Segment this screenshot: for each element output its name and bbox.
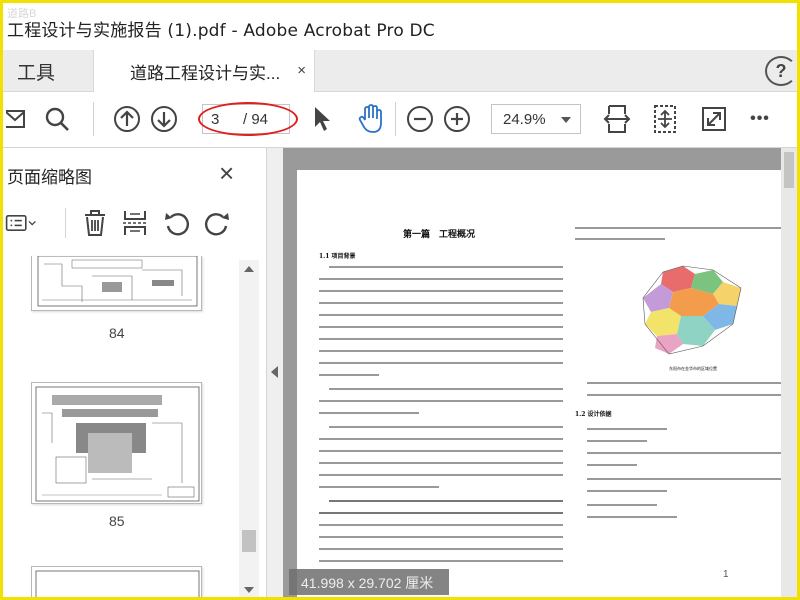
- document-scrollbar[interactable]: [781, 148, 797, 597]
- map-caption: 东阳市在金华市的区域位置: [669, 366, 717, 371]
- thumbnail-label: 85: [109, 513, 125, 529]
- section-heading-1-1: 1.1 项目背景: [319, 253, 356, 260]
- scroll-down-icon[interactable]: [244, 587, 254, 593]
- tab-tools[interactable]: 工具: [3, 50, 91, 92]
- close-panel-icon[interactable]: ×: [219, 158, 234, 189]
- next-page-icon[interactable]: [148, 102, 180, 136]
- scroll-thumb[interactable]: [242, 530, 256, 552]
- window-title: 工程设计与实施报告 (1).pdf - Adobe Acrobat Pro DC: [7, 21, 435, 41]
- toolbar-divider: [93, 102, 94, 136]
- zoom-level-value: 24.9%: [503, 111, 546, 128]
- collapse-arrow-icon: [271, 366, 278, 378]
- zoom-level-select[interactable]: 24.9%: [491, 104, 581, 134]
- toolbar-divider: [395, 102, 396, 136]
- thumbnail-toolbar: [3, 204, 267, 246]
- page-footer-number: 1: [723, 569, 729, 580]
- extract-page-icon[interactable]: [119, 206, 151, 240]
- rotate-clockwise-icon[interactable]: [201, 206, 233, 240]
- thumbnail-panel: 页面缩略图 × 84 85: [3, 148, 267, 597]
- scroll-up-icon[interactable]: [244, 266, 254, 272]
- thumbnail-scrollbar[interactable]: [239, 260, 259, 597]
- page-thumbnail-84[interactable]: [31, 256, 202, 311]
- highlight-ellipse-annotation: [198, 102, 298, 136]
- fit-width-icon[interactable]: [601, 102, 633, 136]
- scroll-thumb[interactable]: [784, 152, 794, 188]
- rotate-counterclockwise-icon[interactable]: [161, 206, 193, 240]
- tab-document-label: 道路工程设计与实...: [130, 63, 281, 83]
- search-icon[interactable]: [41, 102, 73, 136]
- panel-collapse-handle[interactable]: [267, 148, 283, 597]
- main-toolbar: •••: [3, 92, 797, 148]
- select-cursor-icon[interactable]: [306, 102, 338, 136]
- panel-title: 页面缩略图: [7, 168, 92, 187]
- email-icon[interactable]: [3, 102, 35, 136]
- fit-page-icon[interactable]: [649, 102, 681, 136]
- tab-document[interactable]: 道路工程设计与实... ×: [93, 50, 315, 92]
- panel-toolbar-divider: [65, 208, 66, 238]
- document-view[interactable]: 第一篇 工程概况 1.1 项目背景 东阳市在金华市的区域位置 1.2 设计依据: [283, 148, 797, 597]
- zoom-out-icon[interactable]: [404, 102, 436, 136]
- help-icon[interactable]: ?: [765, 56, 797, 86]
- page-size-tooltip: 41.998 x 29.702 厘米: [289, 569, 449, 595]
- page-heading: 第一篇 工程概况: [403, 230, 476, 240]
- zoom-in-icon[interactable]: [441, 102, 473, 136]
- thumbnail-options-icon[interactable]: [5, 206, 37, 240]
- app-window: 道路B 工程设计与实施报告 (1).pdf - Adobe Acrobat Pr…: [0, 0, 800, 600]
- full-screen-icon[interactable]: [698, 102, 730, 136]
- delete-page-icon[interactable]: [79, 206, 111, 240]
- page-thumbnail-85[interactable]: [31, 382, 202, 504]
- previous-page-icon[interactable]: [111, 102, 143, 136]
- section-heading-1-2: 1.2 设计依据: [575, 411, 612, 418]
- more-options-icon[interactable]: •••: [744, 102, 776, 136]
- thumbnail-label: 84: [109, 325, 125, 341]
- pdf-page: 第一篇 工程概况 1.1 项目背景 东阳市在金华市的区域位置 1.2 设计依据: [297, 170, 797, 597]
- chevron-down-icon: [561, 117, 571, 123]
- region-map: [633, 262, 751, 358]
- page-thumbnail-86[interactable]: [31, 566, 202, 597]
- title-bar: 道路B 工程设计与实施报告 (1).pdf - Adobe Acrobat Pr…: [3, 3, 797, 50]
- close-tab-icon[interactable]: ×: [297, 62, 306, 79]
- hand-tool-icon[interactable]: [355, 102, 387, 136]
- tab-bar: 工具 道路工程设计与实... × ?: [3, 50, 797, 92]
